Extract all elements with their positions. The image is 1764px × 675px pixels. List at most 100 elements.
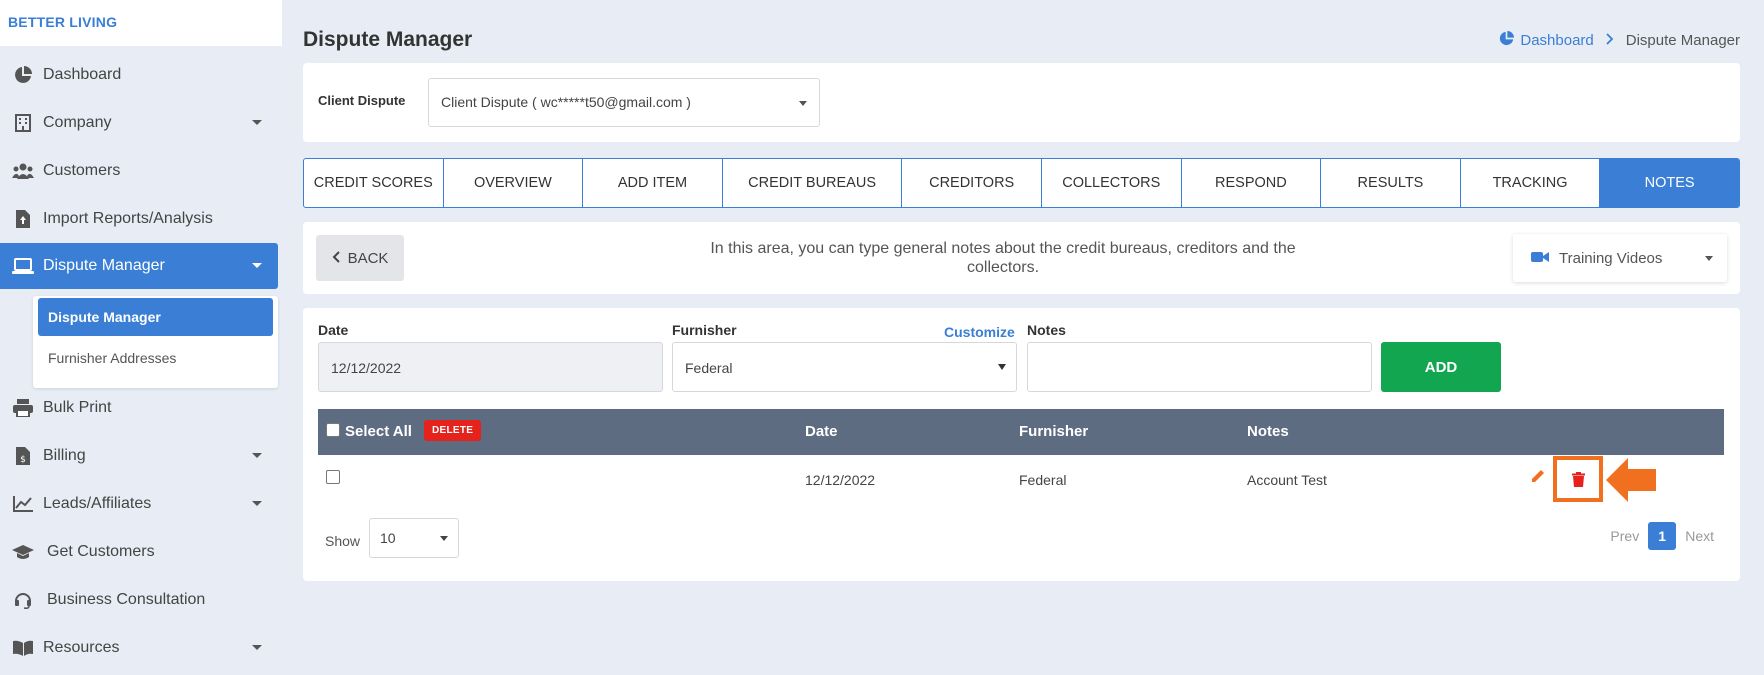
sidebar-item-customers[interactable]: Customers [0,148,278,194]
sidebar-item-label: Dispute Manager [43,257,165,274]
submenu-item-dispute-manager[interactable]: Dispute Manager [38,298,273,336]
sidebar-item-company[interactable]: Company [0,100,278,146]
notes-info-text: In this area, you can type general notes… [710,240,1296,276]
page-number-button[interactable]: 1 [1648,522,1677,550]
sidebar-item-label: Bulk Print [43,399,112,416]
chevron-down-icon [252,120,262,125]
svg-text:$: $ [20,455,26,465]
pie-chart-icon [1499,31,1515,50]
sidebar-item-leads-affiliates[interactable]: Leads/Affiliates [0,481,278,527]
trash-icon [1571,471,1585,487]
furnisher-value: Federal [685,360,733,376]
sidebar-item-bulk-print[interactable]: Bulk Print [0,385,278,431]
back-button[interactable]: BACK [316,235,404,281]
caret-down-icon [799,101,807,106]
users-icon [12,160,34,182]
client-dispute-select[interactable]: Client Dispute ( wc*****t50@gmail.com ) [428,78,820,127]
tab-results[interactable]: RESULTS [1321,159,1461,207]
sidebar-item-label: Business Consultation [47,591,206,608]
bulk-delete-button[interactable]: DELETE [424,420,482,441]
sidebar-item-billing[interactable]: $ Billing [0,433,278,479]
table-row: 12/12/2022 Federal Account Test [318,455,1724,503]
delete-row-button[interactable] [1553,456,1603,502]
pagination: Prev 1 Next [1610,522,1714,550]
notes-table-header: Select All DELETE Date Furnisher Notes [318,409,1724,455]
client-dispute-label: Client Dispute [318,93,406,108]
prev-page-button[interactable]: Prev [1610,528,1639,544]
date-field[interactable]: 12/12/2022 [318,342,663,392]
select-all-checkbox[interactable] [326,423,340,441]
tab-creditors[interactable]: CREDITORS [902,159,1042,207]
sidebar-item-get-customers[interactable]: Get Customers [0,529,278,575]
tab-credit-scores[interactable]: CREDIT SCORES [304,159,444,207]
tab-collectors[interactable]: COLLECTORS [1042,159,1182,207]
page-size-value: 10 [380,530,396,546]
column-header-notes: Notes [1247,423,1289,440]
graduation-cap-icon [12,541,34,563]
tab-respond[interactable]: RESPOND [1182,159,1322,207]
training-videos-dropdown[interactable]: Training Videos [1513,234,1727,282]
row-notes: Account Test [1247,472,1327,488]
headset-icon [12,589,34,611]
arrow-left-icon [1606,458,1656,505]
breadcrumb-current: Dispute Manager [1625,32,1740,49]
sidebar-item-dispute-manager[interactable]: Dispute Manager [0,243,278,289]
file-upload-icon [12,208,34,230]
tab-add-item[interactable]: ADD ITEM [583,159,723,207]
edit-button[interactable] [1525,463,1551,489]
sidebar-item-label: Dashboard [43,66,122,83]
next-page-button[interactable]: Next [1685,528,1714,544]
add-note-button[interactable]: ADD [1381,342,1501,392]
back-label: BACK [347,249,389,267]
date-label: Date [318,322,349,338]
page-size-select[interactable]: 10 [369,518,459,558]
customize-link[interactable]: Customize [944,324,1015,340]
pie-chart-icon [12,64,34,86]
caret-down-icon [998,364,1006,370]
sidebar-item-import-reports[interactable]: Import Reports/Analysis [0,196,278,242]
row-furnisher: Federal [1019,472,1067,488]
furnisher-select[interactable]: Federal [672,342,1017,392]
show-label: Show [325,533,361,549]
sidebar-item-resources[interactable]: Resources [0,625,278,671]
laptop-icon [12,255,34,277]
submenu-item-furnisher-addresses[interactable]: Furnisher Addresses [38,339,273,377]
tab-overview[interactable]: OVERVIEW [444,159,584,207]
tab-credit-bureaus[interactable]: CREDIT BUREAUS [723,159,903,207]
training-videos-label: Training Videos [1559,249,1663,267]
chevron-down-icon [252,263,262,268]
notes-input[interactable] [1027,342,1372,392]
sidebar-item-dashboard[interactable]: Dashboard [0,52,278,98]
pencil-icon [1532,470,1544,482]
breadcrumb: Dashboard Dispute Manager [1499,31,1740,50]
invoice-icon: $ [12,445,34,467]
chevron-down-icon [252,453,262,458]
book-icon [12,637,34,659]
sidebar-item-label: Get Customers [47,543,155,560]
row-date: 12/12/2022 [805,472,876,488]
breadcrumb-home-link[interactable]: Dashboard [1520,32,1593,49]
chevron-left-icon [332,250,340,267]
sidebar-item-label: Resources [43,639,120,656]
furnisher-label: Furnisher [672,322,737,338]
column-header-date: Date [805,423,838,440]
sidebar-item-label: Customers [43,162,121,179]
line-chart-icon [12,493,34,515]
brand-logo[interactable]: BETTER LIVING [0,0,282,46]
chevron-right-icon [1606,32,1614,49]
dispute-submenu: Dispute Manager Furnisher Addresses [33,296,278,388]
column-header-furnisher: Furnisher [1019,423,1089,440]
page-title: Dispute Manager [303,28,473,51]
chevron-down-icon [252,501,262,506]
sidebar-item-business-consultation[interactable]: Business Consultation [0,577,278,623]
notes-label: Notes [1027,322,1066,338]
row-checkbox[interactable] [326,470,340,487]
sidebar: BETTER LIVING Dashboard Company Customer… [0,0,282,675]
building-icon [12,112,34,134]
sidebar-item-label: Billing [43,447,86,464]
sidebar-item-label: Import Reports/Analysis [43,210,213,227]
video-camera-icon [1531,250,1549,267]
tab-tracking[interactable]: TRACKING [1461,159,1601,207]
tab-notes[interactable]: NOTES [1600,159,1739,207]
client-dispute-value: Client Dispute ( wc*****t50@gmail.com ) [441,94,691,110]
